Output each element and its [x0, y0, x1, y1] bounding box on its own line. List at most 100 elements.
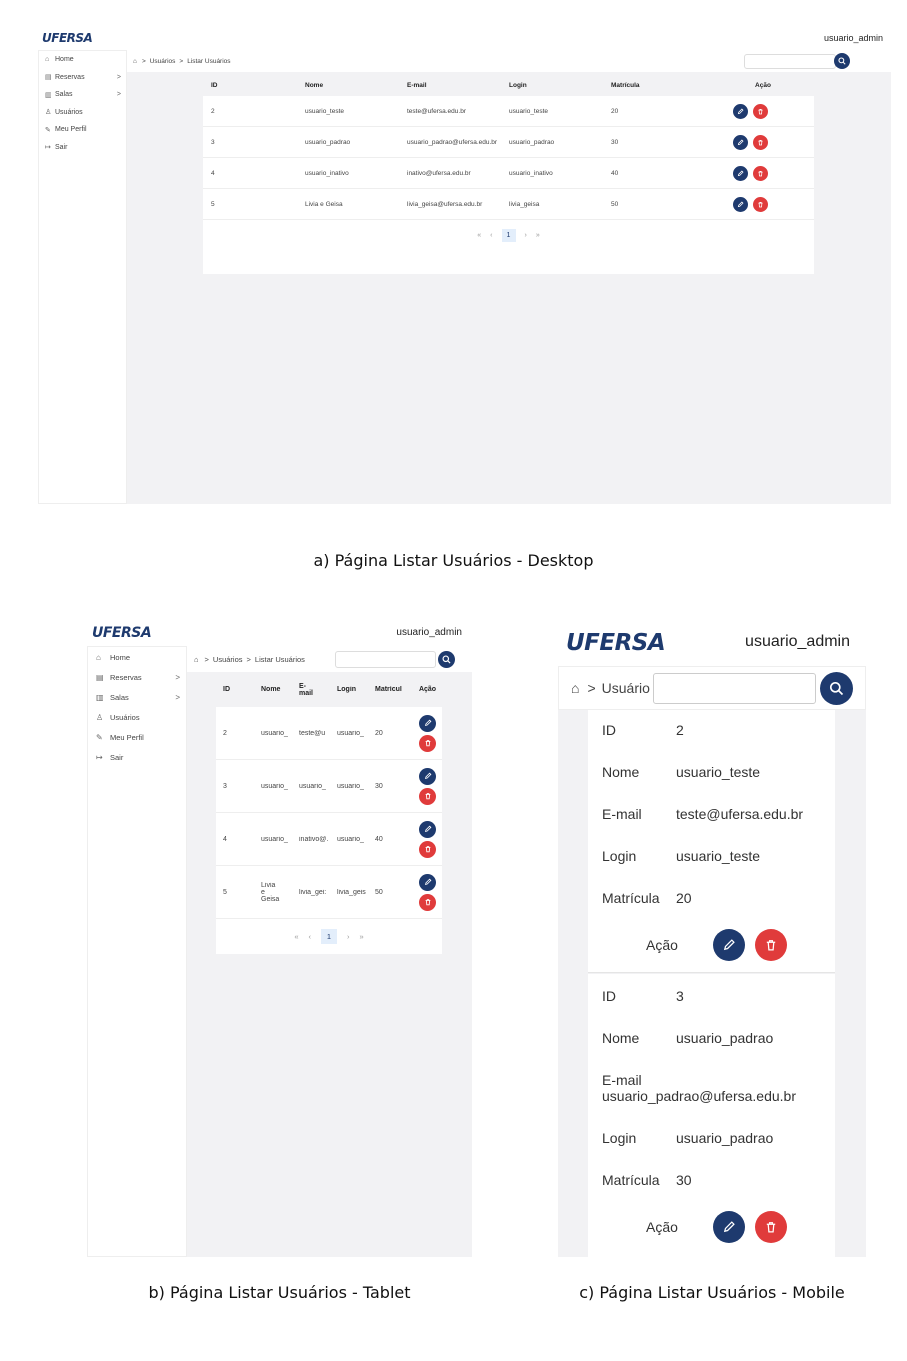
last-page-button[interactable]: » — [536, 232, 540, 239]
ufersa-logo[interactable]: UFERSA — [566, 630, 666, 656]
user-name[interactable]: usuario_admin — [745, 633, 850, 651]
sidebar-item-salas[interactable]: ▥ Salas > — [39, 86, 126, 104]
edit-button[interactable] — [419, 820, 436, 838]
edit-button[interactable] — [419, 714, 436, 732]
next-page-button[interactable]: › — [525, 232, 527, 239]
value-matricula: 20 — [676, 890, 692, 906]
table-row: 2 usuario_teste teste@ufersa.edu.br usua… — [203, 96, 814, 127]
ufersa-logo[interactable]: UFERSA — [92, 625, 152, 641]
cell-email: teste@u — [299, 729, 326, 737]
breadcrumb-usuarios[interactable]: Usuários — [150, 58, 176, 65]
sidebar-item-meu-perfil[interactable]: ✎ Meu Perfil — [39, 121, 126, 139]
mobile-screenshot: UFERSA usuario_admin ⌂ > Usuário ID 2 Nom… — [558, 622, 866, 1257]
sidebar-item-home[interactable]: ⌂ Home — [39, 51, 126, 69]
sidebar-item-sair[interactable]: ↦ Sair — [39, 139, 126, 157]
table-header: ID Nome E-mail Login Matrícula Ação — [203, 74, 814, 96]
cell-email: livia_gei: — [299, 888, 327, 896]
user-name[interactable]: usuario_admin — [396, 627, 462, 638]
trash-icon — [758, 170, 763, 176]
first-page-button[interactable]: « — [477, 232, 481, 239]
edit-button[interactable] — [419, 873, 436, 891]
logout-icon: ↦ — [45, 144, 51, 152]
header: UFERSA usuario_admin — [38, 28, 891, 50]
cell-nome: usuario_ — [261, 729, 288, 737]
delete-button[interactable] — [753, 165, 768, 181]
field-id: ID 3 — [602, 988, 684, 1004]
current-page-button[interactable]: 1 — [321, 928, 337, 944]
header-acao: Ação — [418, 686, 437, 693]
chevron-right-icon: > — [141, 57, 146, 65]
delete-button[interactable] — [753, 196, 768, 212]
field-acao: Ação — [646, 929, 787, 961]
value-matricula: 30 — [676, 1172, 692, 1188]
sidebar-item-sair[interactable]: ↦ Sair — [88, 747, 186, 767]
sidebar-item-usuarios[interactable]: ♙ Usuários — [39, 104, 126, 122]
edit-button[interactable] — [733, 134, 748, 150]
search-input[interactable] — [744, 54, 836, 69]
search-icon — [442, 655, 451, 664]
prev-page-button[interactable]: ‹ — [490, 232, 492, 239]
delete-button[interactable] — [419, 840, 436, 858]
label-matricula: Matrícula — [602, 1172, 660, 1188]
current-page-button[interactable]: 1 — [501, 228, 516, 242]
pencil-icon — [737, 108, 744, 114]
prev-page-button[interactable]: ‹ — [309, 932, 312, 941]
map-icon: ▥ — [96, 692, 104, 702]
sidebar-item-meu-perfil[interactable]: ✎ Meu Perfil — [88, 727, 186, 747]
delete-button[interactable] — [419, 734, 436, 752]
sidebar-item-home[interactable]: ⌂ Home — [88, 647, 186, 667]
table-row: 5 Livia e Geisa livia_geisa@ufersa.edu.b… — [203, 189, 814, 220]
cell-nome: usuario_padrao — [305, 138, 351, 146]
sidebar-item-reservas[interactable]: ▤ Reservas > — [39, 69, 126, 87]
cell-email: livia_geisa@ufersa.edu.br — [407, 200, 483, 208]
home-icon[interactable]: ⌂ — [133, 58, 137, 65]
search-button[interactable] — [820, 672, 853, 705]
value-email: usuario_padrao@ufersa.edu.br — [602, 1088, 797, 1104]
trash-icon — [766, 1222, 776, 1233]
sidebar-item-usuarios[interactable]: ♙ Usuários — [88, 707, 186, 727]
header-email: E-mail — [407, 81, 427, 89]
cell-id: 2 — [223, 729, 227, 737]
edit-button[interactable] — [712, 1211, 745, 1243]
user-name[interactable]: usuario_admin — [824, 33, 883, 43]
delete-button[interactable] — [419, 893, 436, 911]
home-icon[interactable]: ⌂ — [194, 655, 199, 664]
cell-login: usuario_teste — [509, 107, 549, 115]
search-input[interactable] — [653, 673, 816, 704]
first-page-button[interactable]: « — [294, 932, 298, 941]
chevron-right-icon: > — [246, 654, 251, 664]
users-icon: ♙ — [96, 712, 104, 722]
next-page-button[interactable]: › — [347, 932, 350, 941]
header-id: ID — [211, 81, 218, 89]
home-icon: ⌂ — [45, 56, 50, 64]
tablet-screenshot: UFERSA usuario_admin ⌂ Home ▤ Reservas > ▥ S… — [87, 622, 472, 1257]
edit-button[interactable] — [733, 165, 748, 181]
edit-button[interactable] — [733, 196, 748, 212]
breadcrumb-usuarios[interactable]: Usuários — [213, 655, 243, 664]
value-login: usuario_padrao — [676, 1130, 774, 1146]
delete-button[interactable] — [754, 929, 787, 961]
delete-button[interactable] — [753, 134, 768, 150]
edit-button[interactable] — [712, 929, 745, 961]
sidebar-item-salas[interactable]: ▥ Salas > — [88, 687, 186, 707]
cell-acao — [413, 820, 442, 858]
value-nome: usuario_teste — [676, 764, 761, 780]
breadcrumb-usuarios[interactable]: Usuário — [602, 680, 650, 696]
edit-button[interactable] — [733, 103, 748, 119]
caption-desktop: a) Página Listar Usuários - Desktop — [313, 551, 594, 570]
table-row: 5 Livia e Geisa livia_gei: livia_geis 50 — [216, 866, 442, 919]
ufersa-logo[interactable]: UFERSA — [42, 31, 93, 45]
search-input[interactable] — [335, 651, 436, 668]
last-page-button[interactable]: » — [360, 932, 364, 941]
delete-button[interactable] — [419, 787, 436, 805]
delete-button[interactable] — [754, 1211, 787, 1243]
search-button[interactable] — [438, 651, 455, 668]
delete-button[interactable] — [753, 103, 768, 119]
search-button[interactable] — [834, 53, 850, 69]
sidebar-item-reservas[interactable]: ▤ Reservas > — [88, 667, 186, 687]
label-email: E-mail — [602, 1072, 642, 1088]
home-icon[interactable]: ⌂ — [571, 680, 579, 696]
edit-button[interactable] — [419, 767, 436, 785]
header: UFERSA usuario_admin — [558, 622, 866, 666]
cell-acao — [413, 714, 442, 752]
